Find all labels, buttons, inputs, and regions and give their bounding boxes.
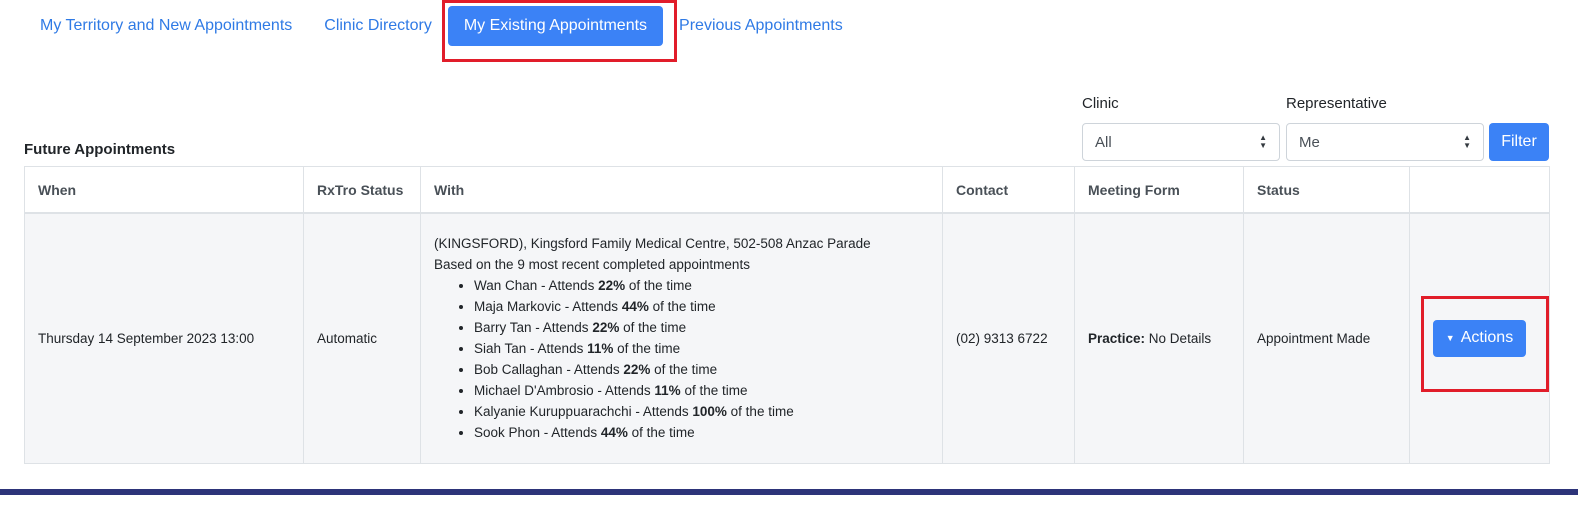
representative-select[interactable]: Me ▲ ▼ (1286, 123, 1484, 161)
actions-button[interactable]: ▼ Actions (1432, 319, 1527, 357)
header-rxtro-status: RxTro Status (303, 166, 421, 214)
clinic-name: (KINGSFORD), Kingsford Family Medical Ce… (434, 236, 871, 252)
footer-bar (0, 489, 1578, 495)
table-header-row: When RxTro Status With Contact Meeting F… (24, 166, 1550, 214)
caret-down-icon: ▼ (1445, 333, 1455, 344)
cell-when: Thursday 14 September 2023 13:00 (24, 212, 304, 464)
clinic-filter-label: Clinic (1082, 95, 1119, 112)
cell-with: (KINGSFORD), Kingsford Family Medical Ce… (420, 212, 943, 464)
header-meeting-form: Meeting Form (1074, 166, 1244, 214)
list-item: Wan Chan - Attends 22% of the time (474, 275, 929, 296)
header-actions (1409, 166, 1550, 214)
list-item: Michael D'Ambrosio - Attends 11% of the … (474, 380, 929, 401)
select-arrows-icon: ▲ ▼ (1463, 133, 1471, 150)
header-with: With (420, 166, 943, 214)
list-item: Kalyanie Kuruppuarachchi - Attends 100% … (474, 401, 929, 422)
meeting-form-label: Practice: (1088, 330, 1146, 346)
representative-select-value: Me (1299, 133, 1320, 151)
tab-my-existing-appointments[interactable]: My Existing Appointments (447, 6, 664, 46)
tab-my-territory[interactable]: My Territory and New Appointments (24, 6, 308, 46)
list-item: Barry Tan - Attends 22% of the time (474, 317, 929, 338)
appointments-table: When RxTro Status With Contact Meeting F… (24, 166, 1550, 464)
attendance-basis: Based on the 9 most recent completed app… (434, 257, 750, 273)
list-item: Sook Phon - Attends 44% of the time (474, 422, 929, 443)
tab-clinic-directory[interactable]: Clinic Directory (308, 6, 448, 46)
cell-meeting-form: Practice: No Details (1074, 212, 1244, 464)
section-title: Future Appointments (24, 141, 176, 158)
representative-filter-label: Representative (1286, 95, 1387, 112)
nav-tabs: My Territory and New Appointments Clinic… (24, 6, 859, 46)
list-item: Bob Callaghan - Attends 22% of the time (474, 359, 929, 380)
table-row: Thursday 14 September 2023 13:00 Automat… (24, 212, 1550, 464)
list-item: Maja Markovic - Attends 44% of the time (474, 296, 929, 317)
header-status: Status (1243, 166, 1410, 214)
cell-actions: ▼ Actions (1409, 212, 1550, 464)
cell-rxtro-status: Automatic (303, 212, 421, 464)
cell-contact: (02) 9313 6722 (942, 212, 1075, 464)
meeting-form-value: No Details (1145, 330, 1212, 346)
clinic-select-value: All (1095, 133, 1112, 151)
attendee-list: Wan Chan - Attends 22% of the time Maja … (434, 275, 929, 443)
header-when: When (24, 166, 304, 214)
tab-previous-appointments[interactable]: Previous Appointments (663, 6, 859, 46)
actions-button-label: Actions (1460, 329, 1514, 347)
header-contact: Contact (942, 166, 1075, 214)
clinic-select[interactable]: All ▲ ▼ (1082, 123, 1280, 161)
filter-button[interactable]: Filter (1489, 123, 1549, 161)
list-item: Siah Tan - Attends 11% of the time (474, 338, 929, 359)
cell-status: Appointment Made (1243, 212, 1410, 464)
select-arrows-icon: ▲ ▼ (1259, 133, 1267, 150)
